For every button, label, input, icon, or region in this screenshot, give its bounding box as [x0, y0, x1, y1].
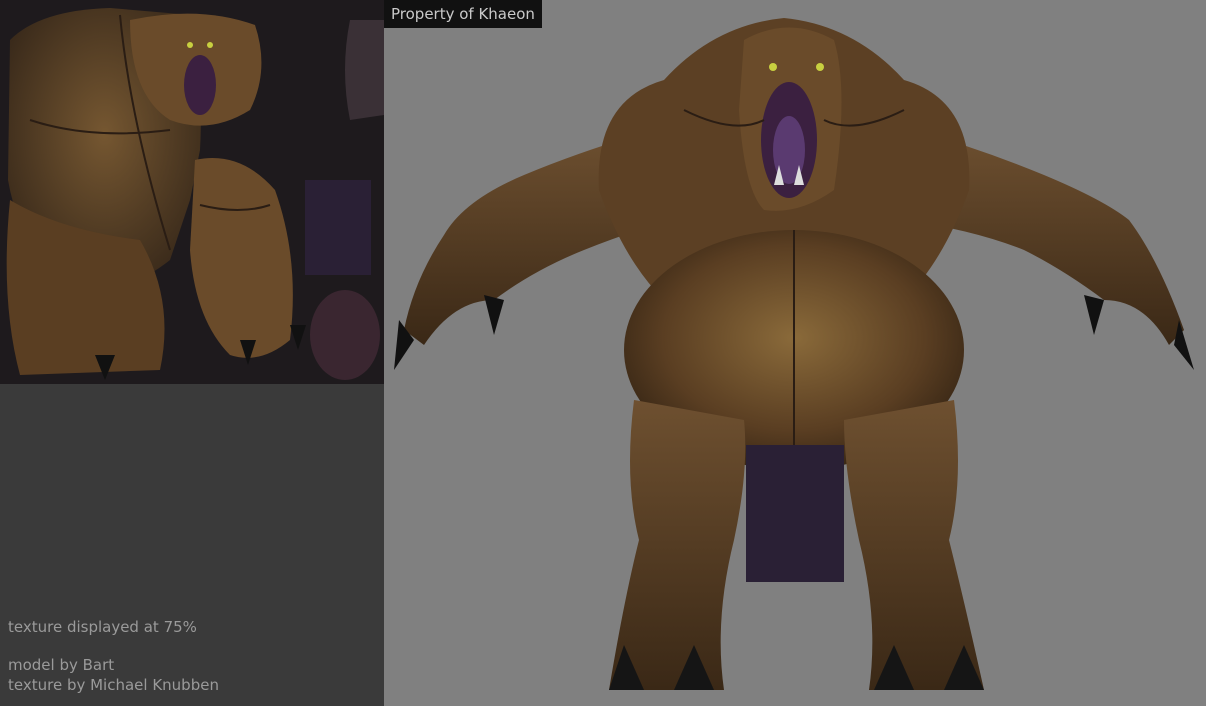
monster-model-render: [394, 18, 1194, 690]
property-label: Property of Khaeon: [384, 0, 542, 28]
texture-panel: texture displayed at 75% model by Bart t…: [0, 0, 384, 706]
model-credit: model by Bart: [8, 656, 115, 674]
texture-scale-note: texture displayed at 75%: [8, 618, 197, 636]
model-viewport: Property of Khaeon: [384, 0, 1206, 706]
texture-credit: texture by Michael Knubben: [8, 676, 219, 694]
uv-texture-map: [0, 0, 384, 384]
uv-texture-image: [0, 0, 384, 384]
credits-block: texture displayed at 75% model by Bart t…: [8, 617, 219, 695]
